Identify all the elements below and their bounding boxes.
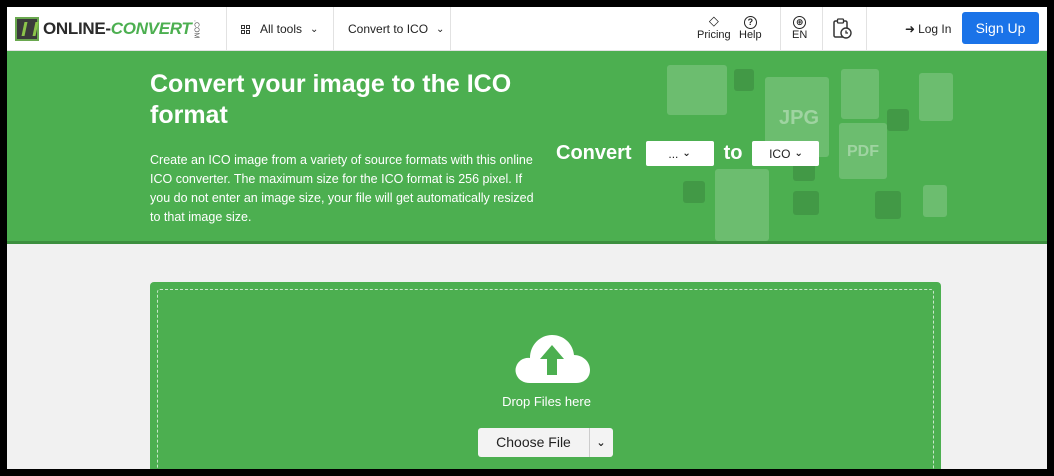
all-tools-label: All tools bbox=[260, 22, 303, 36]
chevron-down-icon: ⌄ bbox=[794, 148, 803, 159]
hero-description: Create an ICO image from a variety of so… bbox=[150, 153, 534, 224]
choose-file-button[interactable]: Choose File ⌄ bbox=[478, 428, 613, 457]
login-icon: ➜ bbox=[905, 22, 916, 36]
divider bbox=[226, 7, 227, 51]
convert-to-ico-menu[interactable]: Convert to ICO ⌄ bbox=[348, 7, 444, 51]
cloud-upload-icon bbox=[515, 335, 590, 383]
file-icon bbox=[793, 191, 819, 215]
logo-com: .COM bbox=[192, 19, 200, 39]
chart-file-icon bbox=[919, 73, 953, 121]
dropzone-border: Drop Files here Choose File ⌄ bbox=[157, 289, 934, 469]
pricing-button[interactable]: ◇ Pricing bbox=[697, 13, 731, 41]
chevron-down-icon[interactable]: ⌄ bbox=[590, 436, 612, 449]
hero-divider bbox=[7, 241, 1047, 244]
image-file-icon bbox=[841, 69, 879, 119]
tag-icon: ◇ bbox=[708, 13, 719, 28]
chevron-down-icon: ⌄ bbox=[310, 23, 319, 35]
login-link[interactable]: ➜ Log In bbox=[905, 7, 951, 51]
hero-banner: JPG PDF Convert your image to the ICO fo… bbox=[7, 51, 1047, 244]
chevron-down-icon: ⌄ bbox=[682, 148, 691, 159]
signup-button[interactable]: Sign Up bbox=[962, 12, 1039, 44]
globe-icon: ⊕ bbox=[793, 16, 807, 29]
logo-icon bbox=[15, 17, 39, 41]
chevron-down-icon: ⌄ bbox=[436, 23, 445, 35]
convert-menu-label: Convert to ICO bbox=[348, 22, 429, 36]
to-label: to bbox=[723, 142, 743, 164]
top-navbar: ONLINE-CONVERT .COM All tools ⌄ Convert … bbox=[7, 7, 1047, 51]
format-selector: Convert ... ⌄ to ICO ⌄ bbox=[556, 141, 820, 166]
page-title: Convert your image to the ICO format bbox=[150, 70, 512, 129]
file-icon bbox=[875, 191, 901, 219]
drop-files-text: Drop Files here bbox=[502, 394, 591, 409]
graph-file-icon bbox=[715, 169, 769, 241]
upload-dropzone[interactable]: Drop Files here Choose File ⌄ bbox=[150, 282, 941, 469]
logo-text: ONLINE-CONVERT bbox=[43, 19, 192, 38]
language-label: EN bbox=[792, 29, 808, 41]
source-format-select[interactable]: ... ⌄ bbox=[645, 141, 714, 166]
envelope-icon bbox=[667, 65, 727, 115]
pdf-label: PDF bbox=[847, 143, 879, 160]
file-icon bbox=[887, 109, 909, 131]
site-logo[interactable]: ONLINE-CONVERT .COM bbox=[15, 17, 200, 41]
grid-icon bbox=[241, 24, 250, 34]
choose-file-label: Choose File bbox=[478, 428, 590, 457]
target-format-select[interactable]: ICO ⌄ bbox=[752, 141, 820, 166]
pricing-label: Pricing bbox=[697, 29, 731, 41]
all-tools-menu[interactable]: All tools ⌄ bbox=[241, 7, 318, 51]
divider bbox=[866, 7, 867, 51]
file-icon bbox=[683, 181, 705, 203]
question-icon: ? bbox=[743, 16, 757, 29]
jpg-label: JPG bbox=[779, 107, 820, 129]
history-button[interactable] bbox=[832, 18, 852, 40]
divider bbox=[780, 7, 781, 51]
divider bbox=[450, 7, 451, 51]
language-button[interactable]: ⊕ EN bbox=[792, 13, 807, 41]
convert-label: Convert bbox=[556, 142, 632, 164]
help-button[interactable]: ? Help bbox=[739, 13, 762, 41]
target-format-value: ICO bbox=[769, 146, 791, 161]
font-file-icon bbox=[923, 185, 947, 217]
help-label: Help bbox=[739, 29, 762, 41]
divider bbox=[333, 7, 334, 51]
page: ONLINE-CONVERT .COM All tools ⌄ Convert … bbox=[7, 7, 1047, 469]
file-icon bbox=[734, 69, 754, 91]
login-label: Log In bbox=[918, 22, 952, 36]
divider bbox=[822, 7, 823, 51]
source-format-value: ... bbox=[668, 146, 679, 161]
clipboard-clock-icon bbox=[833, 18, 852, 39]
